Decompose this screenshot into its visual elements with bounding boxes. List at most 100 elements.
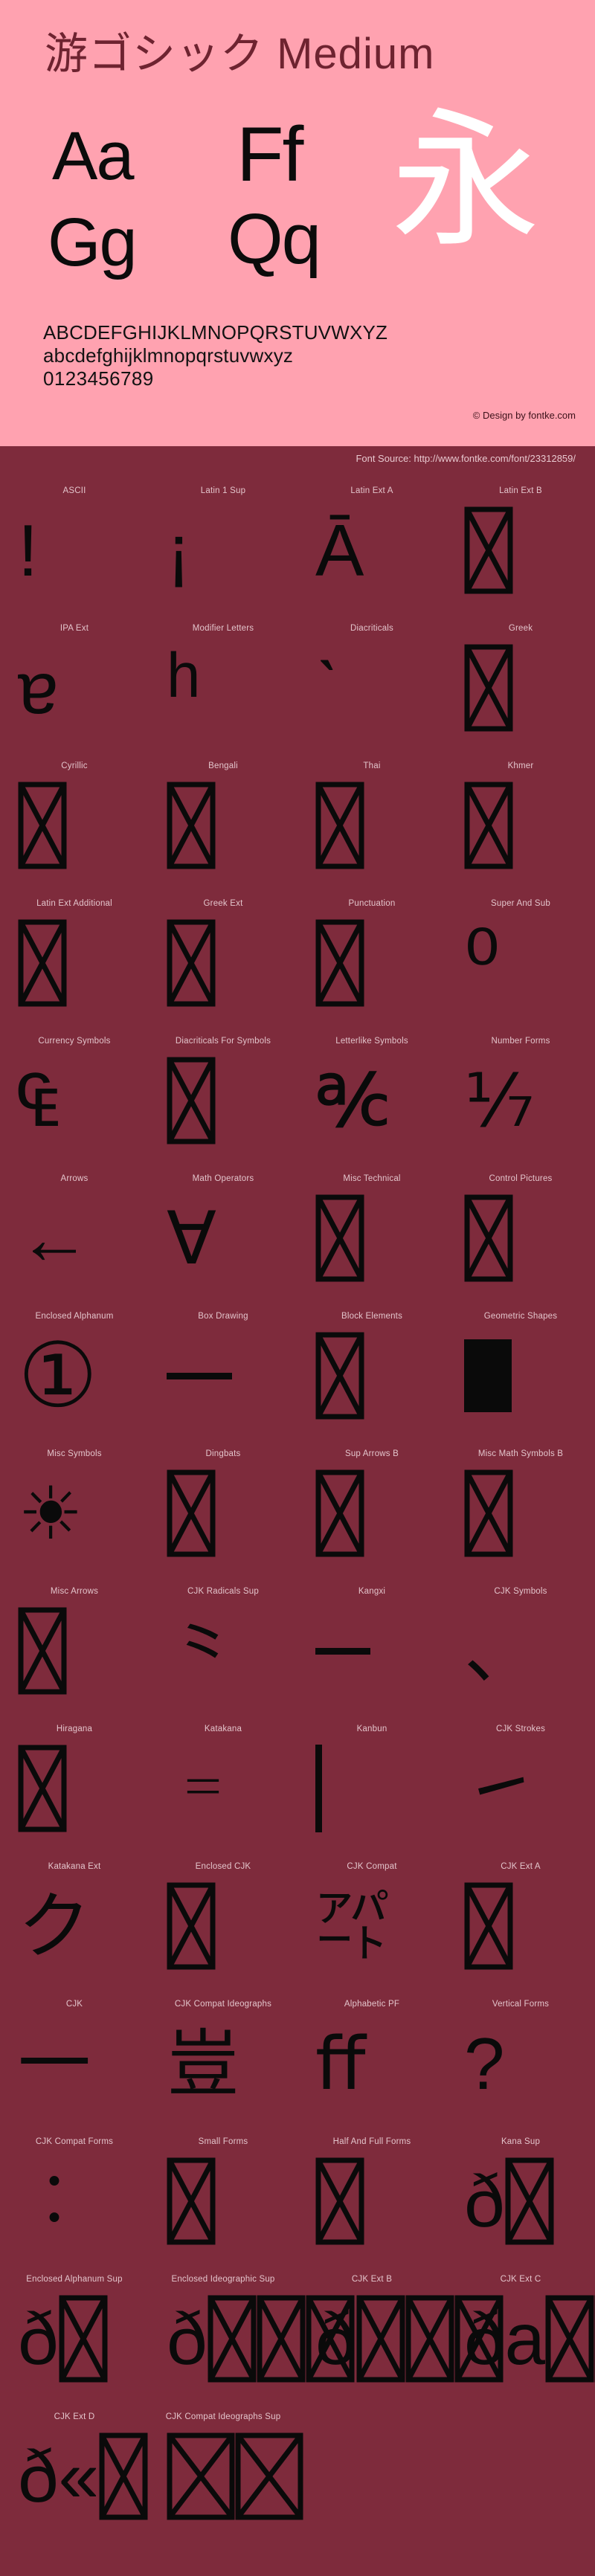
unicode-block-cell[interactable]: Misc Symbols ☀ [0,1437,149,1575]
unicode-block-cell[interactable]: Misc Arrows [0,1575,149,1713]
unicode-block-cell[interactable]: Misc Technical [298,1162,446,1300]
unicode-block-glyph: ← [18,1189,131,1287]
unicode-block-cell[interactable]: Dingbats [149,1437,298,1575]
alphabet-lowercase: abcdefghijklmnopqrstuvwxyz [43,344,294,367]
unicode-block-cell[interactable]: Block Elements [298,1300,446,1437]
unicode-block-label: Latin Ext B [499,486,542,495]
unicode-block-cell[interactable]: Katakana ゠ [149,1713,298,1850]
specimen-header: 游ゴシック Medium Aa Gg Ff Qq 永 ABCDEFGHIJKLM… [0,0,595,446]
unicode-block-cell[interactable]: Sup Arrows B [298,1437,446,1575]
unicode-block-cell[interactable]: Thai [298,750,446,887]
unicode-block-cell[interactable]: Alphabetic PF ﬀ [298,1988,446,2125]
unicode-block-cell[interactable]: Latin 1 Sup ¡ [149,474,298,612]
unicode-block-cell[interactable]: Katakana Ext ク [0,1850,149,1988]
unicode-block-cell[interactable]: Arrows ← [0,1162,149,1300]
unicode-block-glyph [315,776,428,875]
unicode-block-row: ASCII! Latin 1 Sup ¡ Latin Ext A Ā Latin Ext … [0,474,595,612]
unicode-block-cell[interactable]: Hiragana [0,1713,149,1850]
unicode-block-cell[interactable]: CJK Compat Forms ︰ [0,2125,149,2263]
unicode-block-glyph: ☀ [18,1464,131,1562]
unicode-block-label: CJK Compat Ideographs Sup [165,2412,281,2421]
unicode-block-label: Box Drawing [198,1312,248,1321]
unicode-block-cell[interactable]: Bengali [149,750,298,887]
unicode-block-label: CJK [65,2000,83,2009]
unicode-block-cell[interactable]: CJK 一 [0,1988,149,2125]
unicode-block-label: Vertical Forms [492,2000,550,2009]
unicode-block-glyph [167,776,280,875]
unicode-block-cell[interactable]: Enclosed Alphanum Sup ð [0,2263,149,2400]
unicode-block-label: Diacriticals For Symbols [175,1037,271,1046]
unicode-block-cell[interactable]: Small Forms [149,2125,298,2263]
unicode-block-glyph: ク [18,1877,131,1975]
unicode-block-cell[interactable]: Diacriticals For Symbols [149,1025,298,1162]
unicode-block-cell[interactable]: Greek Ext [149,887,298,1025]
unicode-block-label: Latin Ext Additional [36,899,112,908]
unicode-block-cell[interactable]: Geometric Shapes [446,1300,595,1437]
unicode-block-glyph: ⁰ [464,914,577,1012]
unicode-block-cell[interactable]: Diacriticals ˋ [298,612,446,750]
unicode-block-cell[interactable]: Currency Symbols ₠ [0,1025,149,1162]
glyph-sample: ﬀ [315,2023,366,2105]
unicode-block-glyph [315,2152,428,2250]
unicode-block-label: Letterlike Symbols [335,1037,408,1046]
unicode-block-cell[interactable]: CJK Compat ㌀ [298,1850,446,1988]
unicode-block-cell[interactable]: IPA Ext ɐ [0,612,149,750]
unicode-block-label: Alphabetic PF [344,2000,400,2009]
unicode-block-cell[interactable]: CJK Ext A [446,1850,595,1988]
unicode-block-cell[interactable]: Khmer [446,750,595,887]
unicode-block-cell[interactable]: Latin Ext B [446,474,595,612]
unicode-block-label: CJK Ext A [501,1862,541,1871]
unicode-block-cell[interactable]: Number Forms ⅐ [446,1025,595,1162]
unicode-block-cell[interactable]: ASCII! [0,474,149,612]
unicode-block-cell[interactable]: Control Pictures [446,1162,595,1300]
unicode-block-cell[interactable]: Enclosed CJK [149,1850,298,1988]
unicode-block-cell[interactable]: CJK Ext Bð [298,2263,504,2400]
unicode-block-cell[interactable]: CJK Ext D ð« [0,2400,149,2560]
glyph-sample: ? [464,2023,505,2105]
unicode-block-label: Kangxi [358,1587,386,1596]
unicode-block-cell[interactable]: CJK Strokes ㇀ [446,1713,595,1850]
unicode-block-cell[interactable]: Half And Full Forms [298,2125,446,2263]
unicode-block-label: Misc Symbols [47,1449,102,1458]
unicode-block-glyph: ⺀ [167,1602,280,1700]
font-source-link[interactable]: Font Source: http://www.fontke.com/font/… [356,453,576,464]
unicode-block-label: Kana Sup [501,2137,541,2146]
unicode-block-cell[interactable]: CJK Ext C ða [446,2263,595,2400]
unicode-block-glyph: ① [18,1327,131,1425]
unicode-block-cell[interactable]: Kanbun [298,1713,446,1850]
glyph-sample: ʰ [167,638,201,738]
unicode-block-label: Enclosed Ideographic Sup [171,2275,275,2284]
unicode-block-glyph [167,2152,280,2250]
unicode-block-cell[interactable]: Modifier Letters ʰ [149,612,298,750]
unicode-block-cell[interactable]: CJK Compat Ideographs 豈 [149,1988,298,2125]
unicode-block-row: Cyrillic Bengali Thai Khmer [0,750,595,887]
unicode-block-cell[interactable]: Kangxi [298,1575,446,1713]
unicode-block-cell[interactable]: Vertical Forms? [446,1988,595,2125]
unicode-block-cell[interactable]: Latin Ext A Ā [298,474,446,612]
unicode-block-label: Modifier Letters [192,624,254,633]
unicode-block-cell[interactable]: Enclosed Alphanum ① [0,1300,149,1437]
unicode-block-cell[interactable]: Box Drawing [149,1300,298,1437]
unicode-block-cell[interactable]: Enclosed Ideographic Sup ð [149,2263,355,2400]
unicode-block-cell[interactable]: Letterlike Symbols ℀ [298,1025,446,1162]
glyph-sample: ⅐ [464,1060,535,1142]
unicode-block-cell[interactable]: Cyrillic [0,750,149,887]
unicode-block-cell[interactable]: Misc Math Symbols B [446,1437,595,1575]
unicode-block-cell[interactable]: Math Operators ∀ [149,1162,298,1300]
unicode-block-cell[interactable]: Latin Ext Additional [0,887,149,1025]
unicode-block-label: Greek [508,624,533,633]
unicode-block-cell[interactable]: Super And Sub ⁰ [446,887,595,1025]
page-title: 游ゴシック Medium [45,30,435,78]
unicode-block-cell[interactable]: CJK Radicals Sup ⺀ [149,1575,298,1713]
unicode-block-cell[interactable]: CJK Compat Ideographs Sup [149,2400,303,2560]
unicode-block-cell[interactable]: Kana Sup ð [446,2125,595,2263]
unicode-block-glyph [167,1052,280,1150]
specimen-aa: Aa [52,118,135,194]
unicode-block-row: Latin Ext Additional Greek Ext Punctuation… [0,887,595,1025]
unicode-block-glyph [464,501,577,599]
unicode-block-cell[interactable]: CJK Symbols 、 [446,1575,595,1713]
unicode-block-cell[interactable]: Greek [446,612,595,750]
unicode-block-label: Arrows [60,1174,89,1183]
unicode-block-cell[interactable]: Punctuation [298,887,446,1025]
unicode-block-label: Kanbun [356,1725,387,1733]
